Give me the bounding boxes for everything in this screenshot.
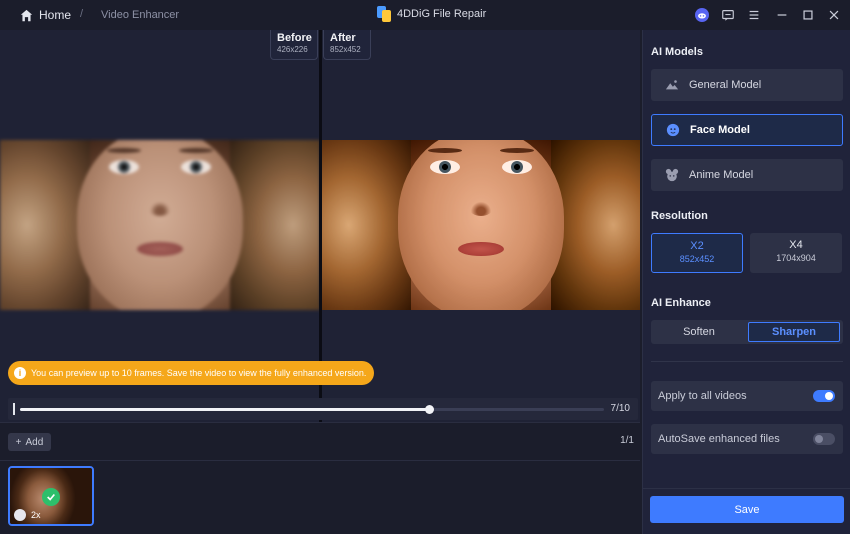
enhance-segmented-control: Soften Sharpen	[651, 320, 843, 344]
add-button[interactable]: + Add	[8, 433, 51, 451]
soften-option[interactable]: Soften	[653, 322, 745, 342]
model-face[interactable]: Face Model	[651, 114, 843, 146]
maximize-icon[interactable]	[796, 3, 820, 27]
check-icon	[42, 488, 60, 506]
sharpen-option[interactable]: Sharpen	[748, 322, 840, 342]
preview-notice: i You can preview up to 10 frames. Save …	[8, 361, 375, 385]
info-icon: i	[14, 367, 26, 379]
home-label: Home	[39, 8, 72, 22]
after-size: 852x452	[330, 45, 361, 54]
ai-models-title: AI Models	[651, 46, 703, 58]
page-count: 1/1	[620, 435, 634, 446]
face-icon	[666, 123, 680, 137]
autosave-label: AutoSave enhanced files	[658, 433, 780, 445]
home-icon	[20, 9, 33, 21]
frame-counter: 7/10	[610, 403, 630, 414]
breadcrumb-current: Video Enhancer	[101, 9, 180, 21]
timeline-track[interactable]	[20, 405, 604, 414]
resolution-x2[interactable]: X2 852x452	[651, 233, 743, 273]
before-image	[0, 140, 320, 310]
ai-enhance-title: AI Enhance	[651, 297, 711, 309]
model-face-label: Face Model	[690, 124, 750, 136]
before-tag: Before 426x226	[270, 30, 318, 60]
frame-timeline[interactable]: 7/10	[8, 398, 638, 420]
feedback-icon[interactable]	[716, 3, 740, 27]
after-image	[322, 140, 640, 310]
apply-all-toggle[interactable]	[813, 390, 835, 402]
panel-divider	[651, 361, 843, 362]
model-general[interactable]: General Model	[651, 69, 843, 101]
minimize-icon[interactable]	[770, 3, 794, 27]
anime-icon	[665, 168, 679, 182]
resolution-x2-label: X2	[690, 240, 704, 252]
model-general-label: General Model	[689, 79, 762, 91]
window-controls	[690, 0, 850, 30]
autosave-toggle[interactable]	[813, 433, 835, 445]
timeline-progress	[20, 408, 429, 411]
face-model-icon	[14, 509, 26, 521]
add-label: Add	[25, 436, 44, 448]
title-bar: Home / Video Enhancer 4DDiG File Repair	[0, 0, 850, 30]
thumbnail-badge: 2x	[14, 509, 41, 521]
app-title-text: 4DDiG File Repair	[397, 8, 487, 20]
resolution-title: Resolution	[651, 210, 708, 222]
plus-icon: +	[15, 436, 22, 448]
thumbnail-strip: 2x	[0, 460, 640, 534]
close-icon[interactable]	[822, 3, 846, 27]
save-button[interactable]: Save	[650, 496, 844, 523]
menu-icon[interactable]	[742, 3, 766, 27]
autosave-row: AutoSave enhanced files	[651, 424, 843, 454]
app-title: 4DDiG File Repair	[377, 6, 486, 22]
video-thumbnail[interactable]: 2x	[8, 466, 94, 526]
file-toolbar: + Add 1/1	[0, 422, 640, 460]
breadcrumb-separator: /	[80, 8, 84, 20]
resolution-x4[interactable]: X4 1704x904	[750, 233, 842, 273]
settings-panel: AI Models General Model Face Model Anime…	[642, 30, 850, 534]
resolution-x4-label: X4	[789, 239, 803, 251]
timeline-start-marker	[13, 403, 15, 415]
before-label: Before	[277, 32, 312, 44]
landscape-icon	[665, 80, 679, 90]
resolution-x2-size: 852x452	[679, 254, 715, 264]
home-link[interactable]: Home	[20, 8, 71, 22]
model-anime-label: Anime Model	[689, 169, 754, 181]
after-tag: After 852x452	[323, 30, 371, 60]
notice-text: You can preview up to 10 frames. Save th…	[31, 368, 367, 378]
discord-icon[interactable]	[690, 3, 714, 27]
timeline-handle[interactable]	[424, 405, 434, 414]
save-bar: Save	[643, 488, 850, 534]
apply-all-label: Apply to all videos	[658, 390, 747, 402]
apply-all-row: Apply to all videos	[651, 381, 843, 411]
before-size: 426x226	[277, 45, 308, 54]
resolution-x4-size: 1704x904	[776, 253, 816, 263]
thumbnail-scale: 2x	[31, 510, 41, 520]
model-anime[interactable]: Anime Model	[651, 159, 843, 191]
app-logo-icon	[377, 6, 391, 22]
preview-area: Before 426x226 After 852x452 i You can p…	[0, 30, 640, 422]
after-label: After	[330, 32, 356, 44]
